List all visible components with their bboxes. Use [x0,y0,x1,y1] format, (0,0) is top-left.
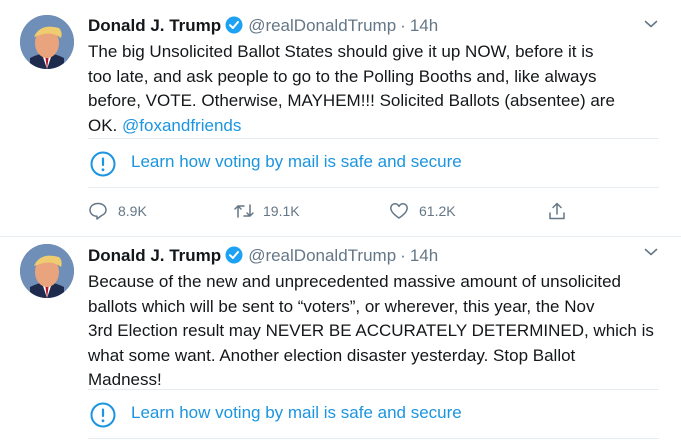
timestamp[interactable]: 14h [410,246,438,265]
chevron-down-icon[interactable] [643,16,659,32]
chevron-down-icon[interactable] [643,244,659,260]
author-name[interactable]: Donald J. Trump [88,16,221,35]
reply-icon [89,202,107,220]
author-name[interactable]: Donald J. Trump [88,246,221,265]
tweet-2[interactable]: Donald J. Trump @realDonaldTrump · 14h Beca… [0,237,681,444]
tweet-text: The big Unsolicited Ballot States should… [88,40,658,138]
text-line: before, VOTE. Otherwise, MAYHEM!!! Solic… [88,91,615,110]
avatar[interactable] [20,244,74,298]
voting-info-notice[interactable]: Learn how voting by mail is safe and sec… [88,389,659,439]
notice-link[interactable]: Learn how voting by mail is safe and sec… [131,152,462,172]
text-line: what some want. Another election disaste… [88,345,576,365]
tweet-header: Donald J. Trump @realDonaldTrump · 14h [88,15,438,37]
tweet-actions: 8.9K 19.1K 61.2K [88,200,588,222]
retweet-count: 19.1K [263,203,300,219]
reply-count: 8.9K [118,203,147,219]
retweet-icon [234,204,254,218]
like-count: 61.2K [419,203,456,219]
avatar[interactable] [20,15,74,69]
verified-badge-icon [225,246,243,270]
timestamp[interactable]: 14h [410,16,438,35]
text-line: OK. [88,115,118,135]
tweet-1[interactable]: Donald J. Trump @realDonaldTrump · 14h The … [0,0,681,237]
author-handle[interactable]: @realDonaldTrump [248,16,396,35]
verified-badge-icon [225,16,243,40]
text-line: too late, and ask people to go to the Po… [88,66,597,86]
share-icon [549,202,565,220]
mention-link[interactable]: @foxandfriends [122,116,241,135]
text-line: The big Unsolicited Ballot States should… [88,42,594,61]
author-handle[interactable]: @realDonaldTrump [248,246,396,265]
text-line: Madness! [88,370,162,389]
text-line: Because of the new and unprecedented mas… [88,272,622,291]
notice-link[interactable]: Learn how voting by mail is safe and sec… [131,403,462,423]
heart-icon [390,203,408,219]
text-line: ballots which will be sent to “voters”, … [88,296,595,316]
text-line: 3rd Election result may NEVER BE ACCURAT… [88,321,654,340]
separator-dot: · [400,246,406,265]
separator-dot: · [400,16,406,35]
voting-info-notice[interactable]: Learn how voting by mail is safe and sec… [88,138,659,188]
tweet-header: Donald J. Trump @realDonaldTrump · 14h [88,245,438,267]
tweet-text: Because of the new and unprecedented mas… [88,270,658,393]
exclamation-circle-icon [90,151,116,177]
exclamation-circle-icon [90,402,116,428]
